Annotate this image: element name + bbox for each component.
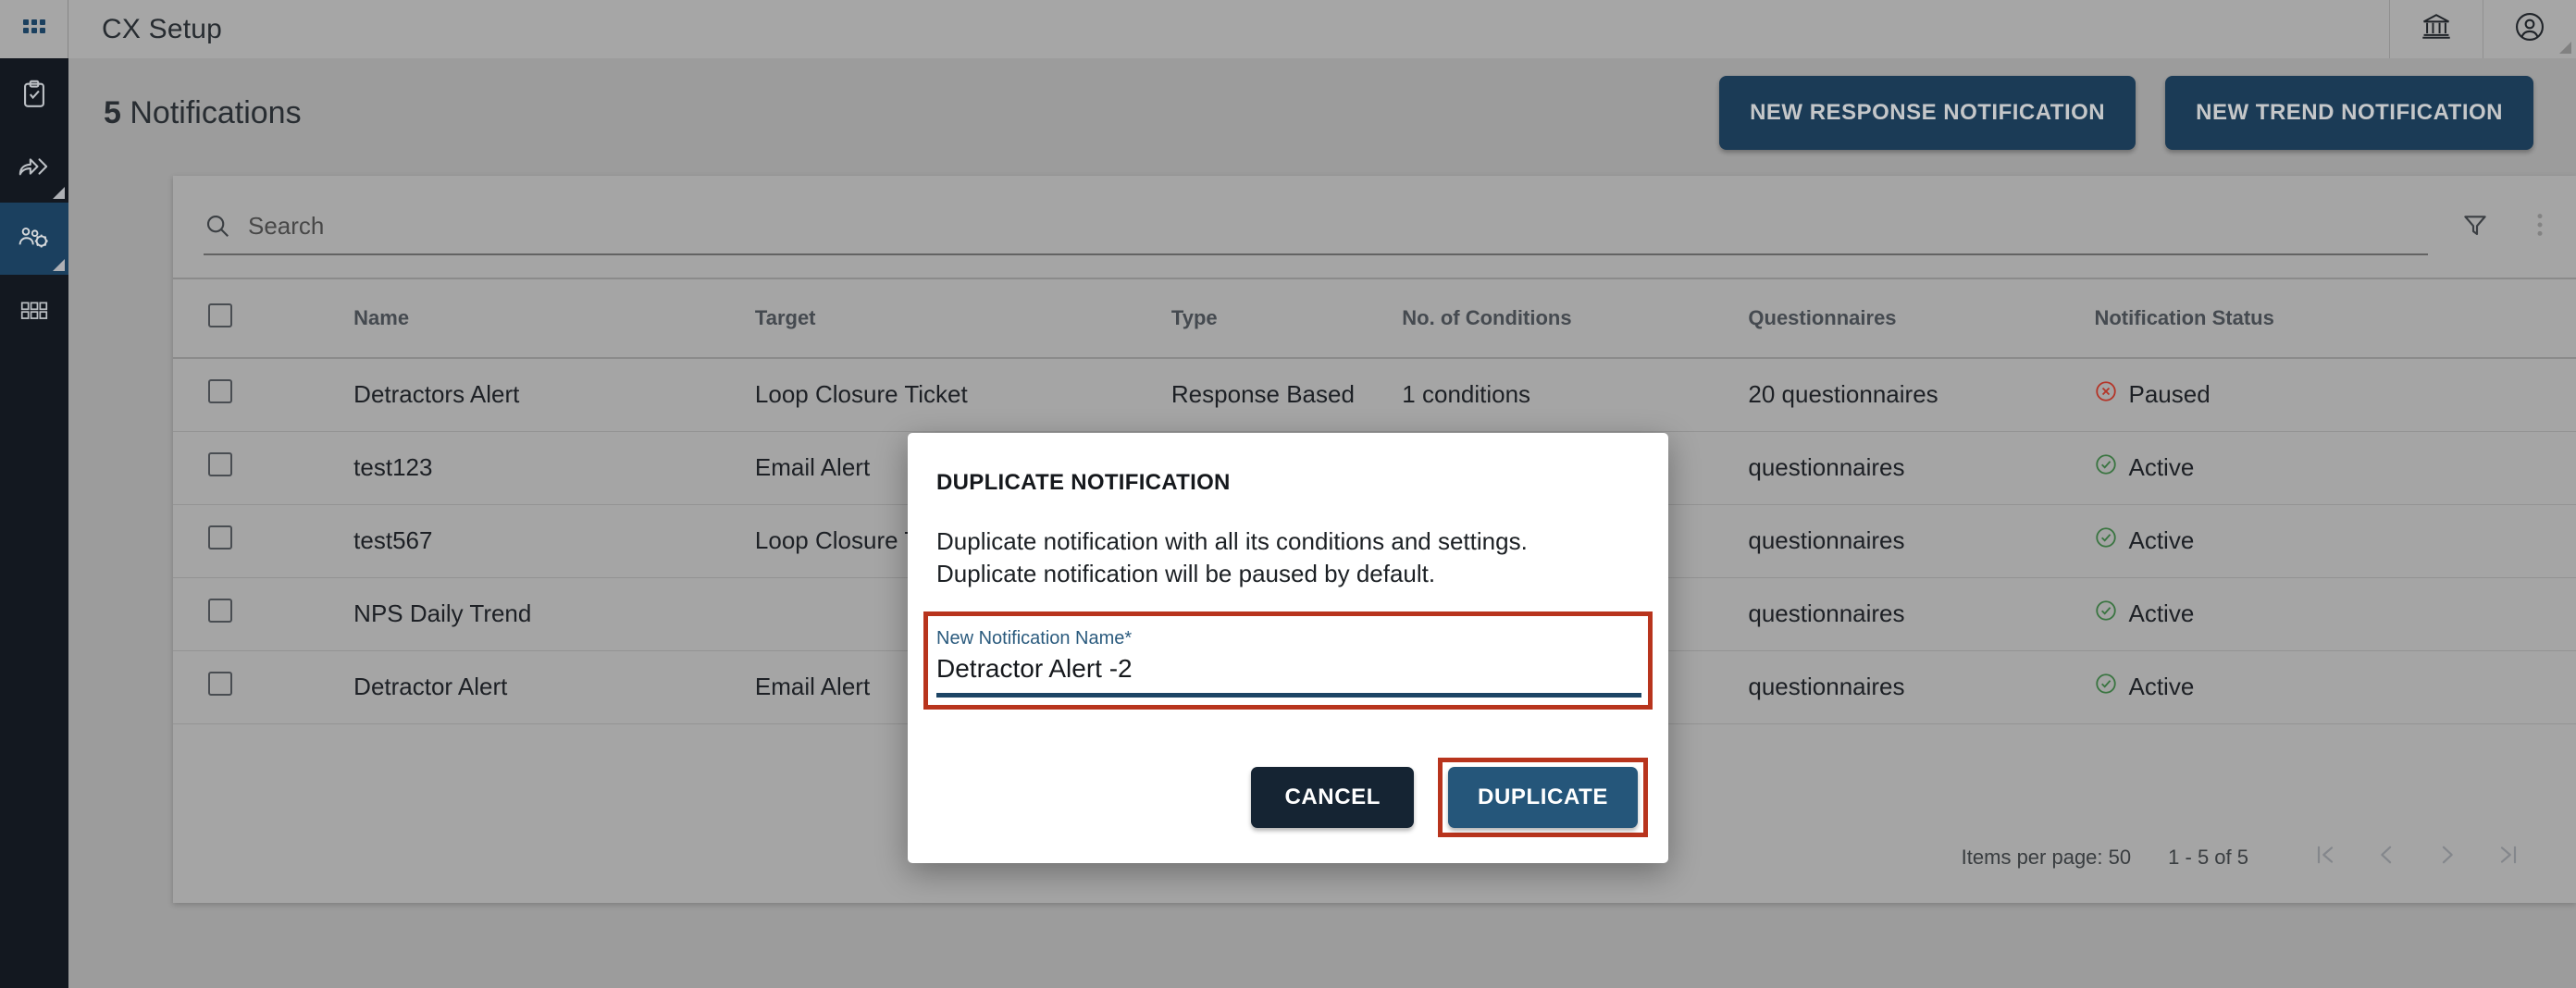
input-focus-underline — [936, 693, 1641, 698]
duplicate-button-highlight: DUPLICATE — [1438, 758, 1648, 837]
dialog-description: Duplicate notification with all its cond… — [936, 527, 1528, 587]
dialog-actions: CANCEL DUPLICATE — [1251, 758, 1648, 837]
new-notification-name-highlight: New Notification Name* — [923, 611, 1653, 710]
cancel-button[interactable]: CANCEL — [1251, 767, 1415, 828]
dialog-title: DUPLICATE NOTIFICATION — [936, 470, 1231, 495]
new-notification-name-input[interactable] — [936, 654, 1621, 684]
duplicate-notification-dialog: DUPLICATE NOTIFICATION Duplicate notific… — [908, 433, 1668, 863]
duplicate-button[interactable]: DUPLICATE — [1448, 767, 1638, 828]
new-notification-name-label: New Notification Name* — [936, 628, 1133, 648]
